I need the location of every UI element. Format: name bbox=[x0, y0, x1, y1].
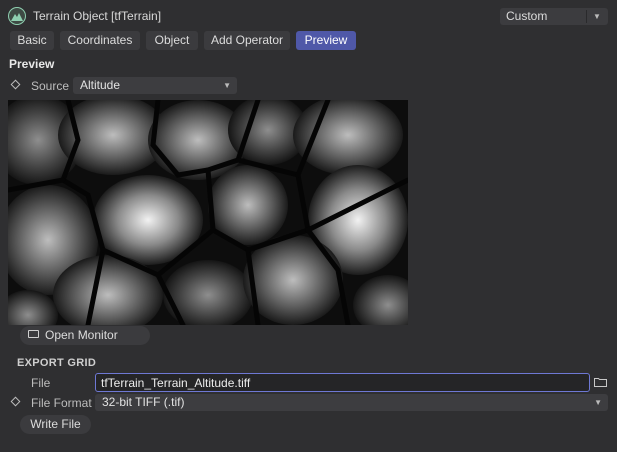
tab-basic[interactable]: Basic bbox=[10, 31, 54, 50]
tab-preview[interactable]: Preview bbox=[296, 31, 356, 50]
terrain-preview-image bbox=[0, 95, 423, 340]
file-format-dropdown[interactable]: 32-bit TIFF (.tif) ▼ bbox=[95, 394, 608, 411]
preview-section-title: Preview bbox=[9, 57, 55, 71]
export-grid-title: EXPORT GRID bbox=[17, 357, 97, 369]
preset-dropdown[interactable]: Custom ▼ bbox=[500, 8, 608, 25]
source-dropdown[interactable]: Altitude ▼ bbox=[73, 77, 237, 94]
keyframe-diamond-icon[interactable] bbox=[10, 79, 21, 90]
monitor-icon bbox=[28, 330, 39, 338]
folder-icon[interactable] bbox=[594, 376, 607, 387]
preset-divider bbox=[586, 10, 587, 23]
chevron-down-icon: ▼ bbox=[593, 12, 601, 21]
file-format-label: File Format bbox=[31, 396, 92, 410]
source-label: Source bbox=[31, 79, 70, 93]
file-path-input[interactable] bbox=[95, 373, 590, 392]
terrain-logo-icon bbox=[8, 7, 26, 25]
open-monitor-button[interactable]: Open Monitor bbox=[20, 326, 150, 345]
chevron-down-icon: ▼ bbox=[594, 398, 602, 407]
tab-coordinates[interactable]: Coordinates bbox=[60, 31, 140, 50]
tab-object[interactable]: Object bbox=[146, 31, 198, 50]
keyframe-diamond-icon[interactable] bbox=[10, 396, 21, 407]
file-label: File bbox=[31, 376, 51, 390]
preset-value: Custom bbox=[506, 9, 548, 23]
tab-add-operator[interactable]: Add Operator bbox=[204, 31, 290, 50]
chevron-down-icon: ▼ bbox=[223, 81, 231, 90]
file-format-value: 32-bit TIFF (.tif) bbox=[102, 395, 185, 409]
open-monitor-label: Open Monitor bbox=[45, 328, 118, 342]
object-title: Terrain Object [tfTerrain] bbox=[33, 9, 162, 23]
source-value: Altitude bbox=[80, 78, 121, 92]
write-file-button[interactable]: Write File bbox=[20, 415, 91, 434]
